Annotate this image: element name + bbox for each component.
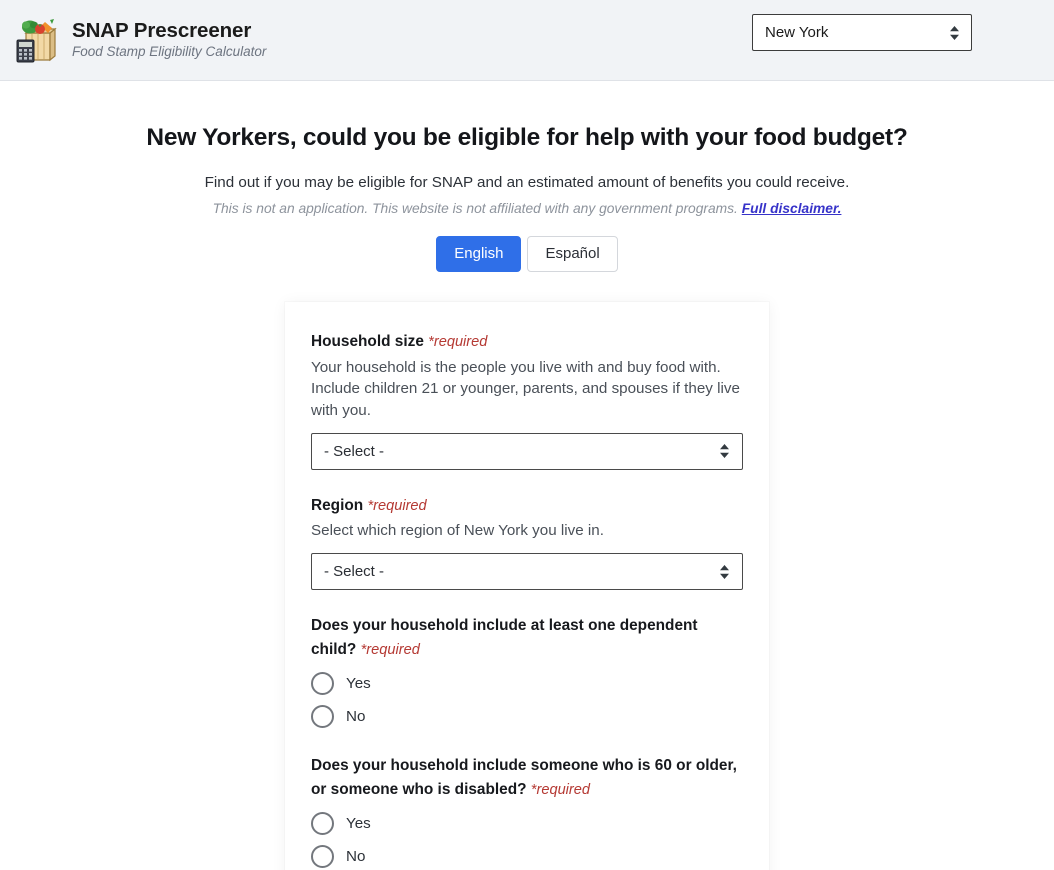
language-toggle: English Español — [0, 236, 1054, 272]
field-label-region: Region *required — [311, 494, 743, 518]
radio-circle-icon[interactable] — [311, 671, 334, 695]
field-region: Region *required Select which region of … — [311, 494, 743, 591]
required-marker: *required — [530, 781, 591, 798]
radio-label: No — [346, 847, 366, 865]
state-select-value: New York — [765, 24, 829, 41]
radio-group-dependent-child: Yes No — [311, 671, 743, 728]
field-help-region: Select which region of New York you live… — [311, 522, 604, 540]
label-text: Does your household include someone who … — [311, 756, 737, 798]
updown-chevron-icon — [949, 25, 960, 41]
page-title: SNAP Prescreener — [72, 18, 252, 42]
radio-dependent-child-no[interactable]: No — [311, 704, 743, 728]
grocery-bag-calculator-icon — [14, 16, 60, 64]
radio-label: Yes — [346, 674, 371, 692]
field-label-household-size: Household size *required — [311, 330, 743, 354]
field-household-size: Household size *required Your household … — [311, 330, 743, 470]
hero-section: New Yorkers, could you be eligible for h… — [0, 81, 1054, 272]
radio-dependent-child-yes[interactable]: Yes — [311, 671, 743, 695]
brand: SNAP Prescreener Food Stamp Eligibility … — [14, 16, 266, 64]
hero-subtitle: Find out if you may be eligible for SNAP… — [204, 174, 850, 191]
region-select[interactable]: - Select - — [311, 553, 743, 591]
radio-label: Yes — [346, 814, 371, 832]
radio-circle-icon[interactable] — [311, 704, 334, 728]
updown-chevron-icon — [719, 564, 730, 580]
disclaimer-text: This is not an application. This website… — [212, 201, 738, 216]
radio-elderly-disabled-yes[interactable]: Yes — [311, 811, 743, 835]
hero-disclaimer: This is not an application. This website… — [0, 201, 1054, 216]
region-select-value: - Select - — [324, 563, 385, 581]
brand-subtitle: Food Stamp Eligibility Calculator — [72, 44, 267, 60]
language-button-english[interactable]: English — [436, 236, 522, 272]
required-marker: *required — [360, 641, 420, 658]
required-marker: *required — [367, 497, 427, 514]
label-text: Household size — [311, 333, 424, 350]
state-select[interactable]: New York — [752, 14, 972, 51]
hero-title: New Yorkers, could you be eligible for h… — [146, 124, 908, 151]
household-size-select[interactable]: - Select - — [311, 432, 743, 470]
prescreener-form-card: Household size *required Your household … — [285, 302, 769, 870]
household-size-select-value: - Select - — [324, 442, 385, 460]
radio-circle-icon[interactable] — [311, 811, 334, 835]
field-elderly-disabled: Does your household include someone who … — [311, 754, 743, 868]
field-label-dependent-child: Does your household include at least one… — [311, 614, 743, 662]
label-text: Region — [311, 496, 364, 514]
radio-elderly-disabled-no[interactable]: No — [311, 844, 743, 868]
updown-chevron-icon — [719, 443, 730, 459]
radio-label: No — [346, 707, 366, 725]
site-header: SNAP Prescreener Food Stamp Eligibility … — [0, 0, 1054, 81]
state-select-wrapper: New York — [752, 14, 972, 51]
required-marker: *required — [428, 334, 488, 350]
field-label-elderly-disabled: Does your household include someone who … — [311, 754, 743, 802]
language-button-spanish[interactable]: Español — [527, 236, 618, 272]
full-disclaimer-link[interactable]: Full disclaimer. — [742, 201, 842, 216]
field-help-household-size: Your household is the people you live wi… — [311, 358, 740, 420]
brand-text: SNAP Prescreener Food Stamp Eligibility … — [72, 18, 267, 60]
radio-group-elderly-disabled: Yes No — [311, 811, 743, 868]
radio-circle-icon[interactable] — [311, 844, 334, 868]
field-dependent-child: Does your household include at least one… — [311, 614, 743, 728]
